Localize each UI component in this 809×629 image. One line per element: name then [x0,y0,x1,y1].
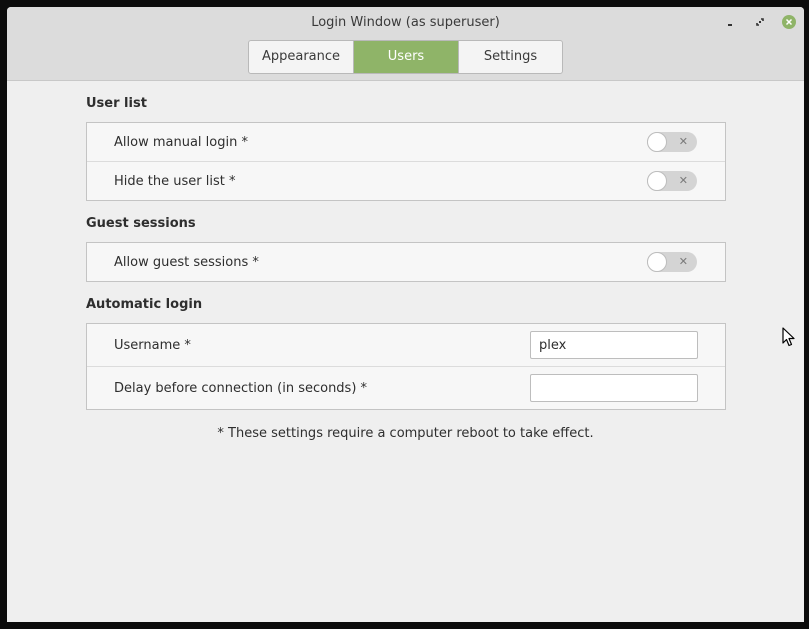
switch-knob [647,252,667,272]
switch-knob [647,132,667,152]
hide-user-list-row: Hide the user list * ✕ [87,161,725,200]
guest-sessions-box: Allow guest sessions * ✕ [86,242,726,282]
hide-user-list-label: Hide the user list * [114,173,236,189]
window-title: Login Window (as superuser) [311,15,500,30]
hide-user-list-switch[interactable]: ✕ [647,171,697,191]
tab-appearance[interactable]: Appearance [249,41,353,73]
username-input[interactable] [530,331,698,359]
tab-users[interactable]: Users [353,41,458,73]
allow-manual-login-row: Allow manual login * ✕ [87,123,725,161]
switch-off-icon: ✕ [678,255,688,268]
delay-row: Delay before connection (in seconds) * [87,366,725,409]
mouse-pointer-icon [782,327,795,351]
switch-off-icon: ✕ [678,174,688,187]
delay-label: Delay before connection (in seconds) * [114,380,368,396]
allow-guest-sessions-switch[interactable]: ✕ [647,252,697,272]
titlebar: Login Window (as superuser) Appearance U… [7,7,804,81]
reboot-footnote: * These settings require a computer rebo… [217,426,594,441]
minimize-icon[interactable] [723,15,737,29]
close-icon[interactable] [782,15,796,29]
username-label: Username * [114,337,191,353]
tab-bar: Appearance Users Settings [248,40,563,74]
username-row: Username * [87,324,725,366]
allow-guest-sessions-row: Allow guest sessions * ✕ [87,243,725,281]
user-list-box: Allow manual login * ✕ Hide the user lis… [86,122,726,201]
section-title-user-list: User list [86,96,147,111]
automatic-login-box: Username * Delay before connection (in s… [86,323,726,410]
allow-manual-login-label: Allow manual login * [114,134,248,150]
allow-guest-sessions-label: Allow guest sessions * [114,254,259,270]
switch-knob [647,171,667,191]
login-window: Login Window (as superuser) Appearance U… [7,7,804,622]
allow-manual-login-switch[interactable]: ✕ [647,132,697,152]
section-title-guest-sessions: Guest sessions [86,216,196,231]
tab-settings[interactable]: Settings [458,41,562,73]
section-title-automatic-login: Automatic login [86,297,203,312]
switch-off-icon: ✕ [678,135,688,148]
delay-input[interactable] [530,374,698,402]
maximize-icon[interactable] [753,15,767,29]
